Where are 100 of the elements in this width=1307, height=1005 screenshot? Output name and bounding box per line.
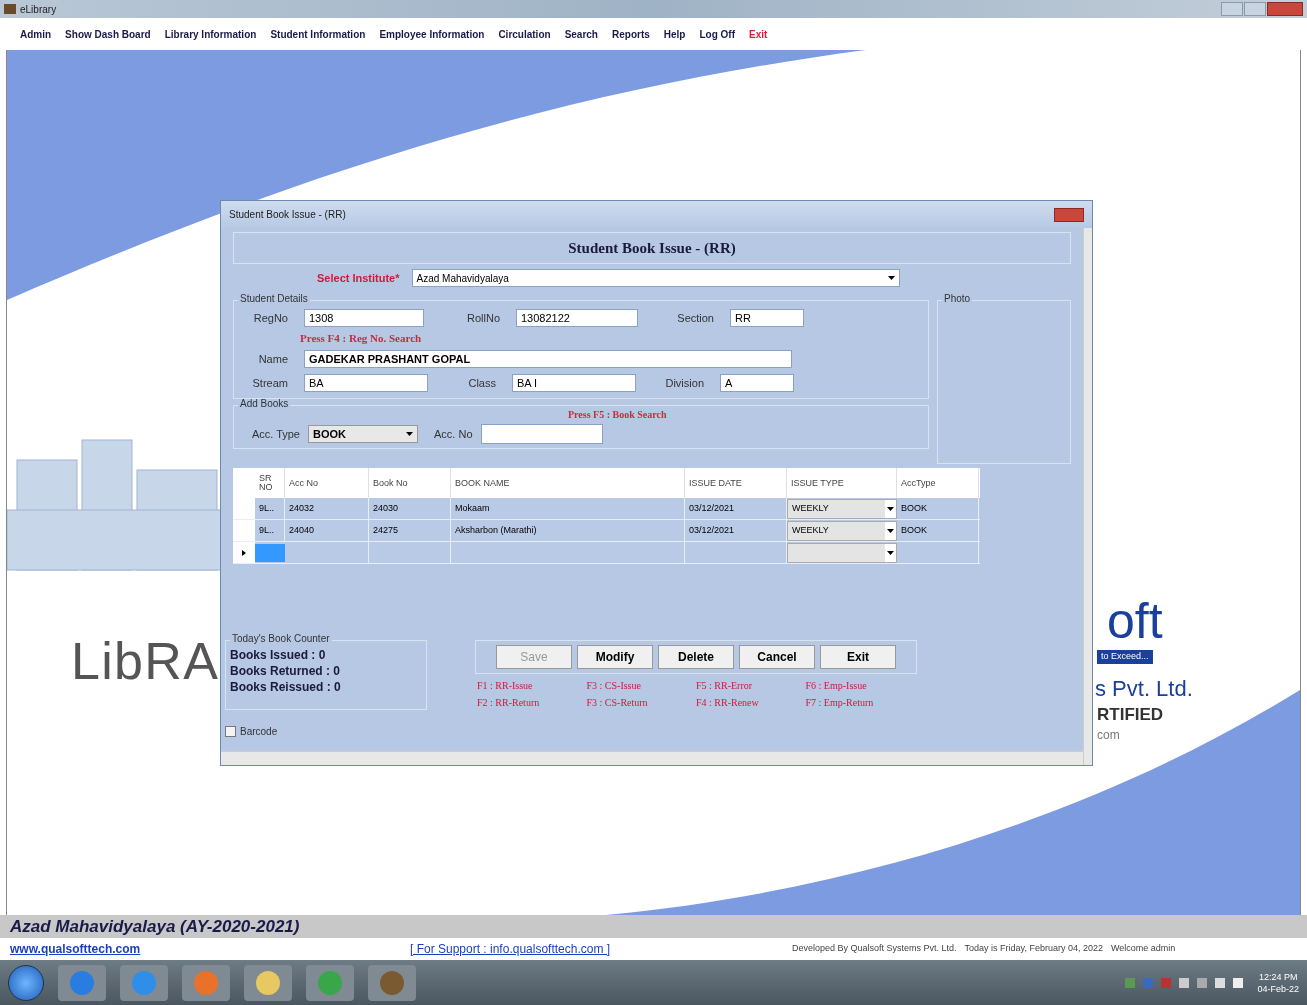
menu-item[interactable]: Circulation bbox=[498, 26, 551, 42]
menu-item[interactable]: Library Information bbox=[164, 26, 257, 42]
field-label: RollNo bbox=[466, 310, 501, 326]
issue-type-dropdown[interactable]: WEEKLY bbox=[787, 521, 897, 541]
action-button[interactable]: Delete bbox=[658, 645, 734, 669]
table-row[interactable]: 9L.. 24040 24275 Aksharbon (Marathi) 03/12/2021 WEEKLY BOOK bbox=[233, 520, 980, 542]
table-cell: 9L.. bbox=[255, 520, 285, 541]
dropdown-arrow-icon bbox=[406, 432, 413, 436]
hint-text: Press F4 : Reg No. Search bbox=[299, 333, 423, 344]
menu-item[interactable]: Exit bbox=[749, 26, 768, 42]
text-field[interactable]: 13082122 bbox=[516, 309, 638, 327]
welcome-text: Welcome admin bbox=[1111, 942, 1176, 956]
minimize-icon[interactable] bbox=[1221, 2, 1243, 16]
menu-item[interactable]: Employee Information bbox=[379, 26, 485, 42]
taskbar-app-icon[interactable] bbox=[58, 964, 106, 1001]
menu-item[interactable]: Log Off bbox=[699, 26, 735, 42]
tray-icon[interactable] bbox=[1215, 977, 1226, 988]
tray-icon[interactable] bbox=[1197, 977, 1208, 988]
group-legend: Add Books bbox=[238, 399, 291, 409]
website-text: com bbox=[1097, 727, 1120, 744]
table-cell: BOOK bbox=[897, 520, 979, 541]
taskbar-app-icon[interactable] bbox=[120, 964, 168, 1001]
field-label: Class bbox=[467, 375, 497, 391]
shortcut-hint: F3 : CS-Return bbox=[586, 696, 649, 710]
college-name: Azad Mahavidyalaya (AY-2020-2021) bbox=[10, 915, 300, 938]
menu-item[interactable]: Student Information bbox=[270, 26, 366, 42]
text-field[interactable] bbox=[480, 424, 603, 444]
shortcut-hint: F4 : RR-Renew bbox=[696, 696, 760, 710]
clock-time: 12:24 PM bbox=[1258, 970, 1298, 983]
group-legend: Today's Book Counter bbox=[230, 634, 332, 644]
shortcut-hint: F7 : Emp-Return bbox=[805, 696, 875, 710]
menu-item[interactable]: Show Dash Board bbox=[65, 26, 151, 42]
taskbar-app-icon[interactable] bbox=[368, 964, 416, 1001]
certified-text: RTIFIED bbox=[1097, 704, 1164, 726]
table-cell: 24032 bbox=[285, 498, 369, 519]
form-heading: Student Book Issue - (RR) bbox=[568, 238, 736, 258]
window-title: eLibrary bbox=[20, 2, 57, 17]
shortcut-hint: F1 : RR-Issue bbox=[477, 679, 534, 693]
text-field[interactable]: BA bbox=[304, 374, 428, 392]
date-text: Today is Friday, February 04, 2022 bbox=[964, 942, 1103, 956]
dropdown-arrow-icon bbox=[887, 276, 895, 280]
close-icon[interactable] bbox=[1054, 207, 1084, 222]
start-icon[interactable] bbox=[8, 964, 44, 1001]
field-label: Name bbox=[257, 351, 289, 367]
tray-icon[interactable] bbox=[1233, 977, 1244, 988]
table-row[interactable] bbox=[233, 542, 980, 564]
field-label: Acc. No bbox=[434, 426, 474, 442]
text-field[interactable]: BA I bbox=[512, 374, 636, 392]
table-row[interactable]: 9L.. 24032 24030 Mokaam 03/12/2021 WEEKLY BOOK bbox=[233, 498, 980, 520]
checkbox-label: Barcode bbox=[240, 725, 278, 739]
clock-date: 04-Feb-22 bbox=[1257, 982, 1299, 995]
hint-text: Press F5 : Book Search bbox=[567, 410, 668, 420]
shortcut-hint: F5 : RR-Error bbox=[696, 679, 754, 693]
action-button[interactable]: Cancel bbox=[739, 645, 815, 669]
shortcut-hint: F3 : CS-Issue bbox=[586, 679, 642, 693]
field-label: Acc. Type bbox=[250, 426, 301, 442]
counter-text: Books Issued : 0 bbox=[230, 647, 327, 663]
company-name: s Pvt. Ltd. bbox=[1095, 675, 1193, 703]
shortcut-hint: F2 : RR-Return bbox=[477, 696, 541, 710]
support-link[interactable]: [ For Support : info.qualsofttech.com ] bbox=[410, 940, 792, 958]
selected-cell[interactable] bbox=[255, 544, 285, 562]
field-label: RegNo bbox=[252, 310, 289, 326]
text-field[interactable]: A bbox=[720, 374, 794, 392]
counter-text: Books Reissued : 0 bbox=[230, 679, 342, 695]
maximize-icon[interactable] bbox=[1244, 2, 1266, 16]
dropdown-arrow-icon bbox=[887, 529, 894, 533]
table-cell: 24275 bbox=[369, 520, 451, 541]
action-button[interactable]: Exit bbox=[820, 645, 896, 669]
text-field[interactable]: RR bbox=[730, 309, 804, 327]
dropdown-arrow-icon bbox=[887, 551, 894, 555]
taskbar-app-icon[interactable] bbox=[182, 964, 230, 1001]
field-label: Section bbox=[676, 310, 715, 326]
tagline: to Exceed... bbox=[1097, 650, 1153, 664]
issue-type-dropdown[interactable]: WEEKLY bbox=[787, 499, 897, 519]
field-label: Select Institute* bbox=[317, 270, 400, 286]
menu-item[interactable]: Help bbox=[663, 26, 686, 42]
checkbox[interactable] bbox=[225, 726, 236, 737]
taskbar-app-icon[interactable] bbox=[244, 964, 292, 1001]
dialog-title: Student Book Issue - (RR) bbox=[229, 208, 346, 222]
menu-item[interactable]: Reports bbox=[612, 26, 650, 42]
taskbar-app-icon[interactable] bbox=[306, 964, 354, 1001]
dropdown-arrow-icon bbox=[887, 507, 894, 511]
table-cell: 24030 bbox=[369, 498, 451, 519]
action-button[interactable]: Modify bbox=[577, 645, 653, 669]
website-link[interactable]: www.qualsofttech.com bbox=[10, 940, 410, 958]
logo-text: oft bbox=[1107, 596, 1163, 646]
issue-type-dropdown[interactable] bbox=[787, 543, 897, 563]
menu-item[interactable]: Admin bbox=[20, 26, 52, 42]
shortcut-hint: F6 : Emp-Issue bbox=[805, 679, 868, 693]
table-cell: 9L.. bbox=[255, 498, 285, 519]
group-legend: Student Details bbox=[238, 294, 310, 304]
institute-dropdown[interactable]: Azad Mahavidyalaya bbox=[411, 269, 900, 287]
menu-item[interactable]: Search bbox=[564, 26, 598, 42]
tray-icon[interactable] bbox=[1179, 977, 1190, 988]
field-label: Division bbox=[664, 375, 705, 391]
group-legend: Photo bbox=[942, 294, 973, 304]
acc-type-dropdown[interactable]: BOOK bbox=[308, 425, 418, 443]
developer-text: Developed By Qualsoft Systems Pvt. Ltd. bbox=[792, 942, 957, 956]
text-field[interactable]: 1308 bbox=[304, 309, 424, 327]
text-field[interactable]: GADEKAR PRASHANT GOPAL bbox=[304, 350, 792, 368]
